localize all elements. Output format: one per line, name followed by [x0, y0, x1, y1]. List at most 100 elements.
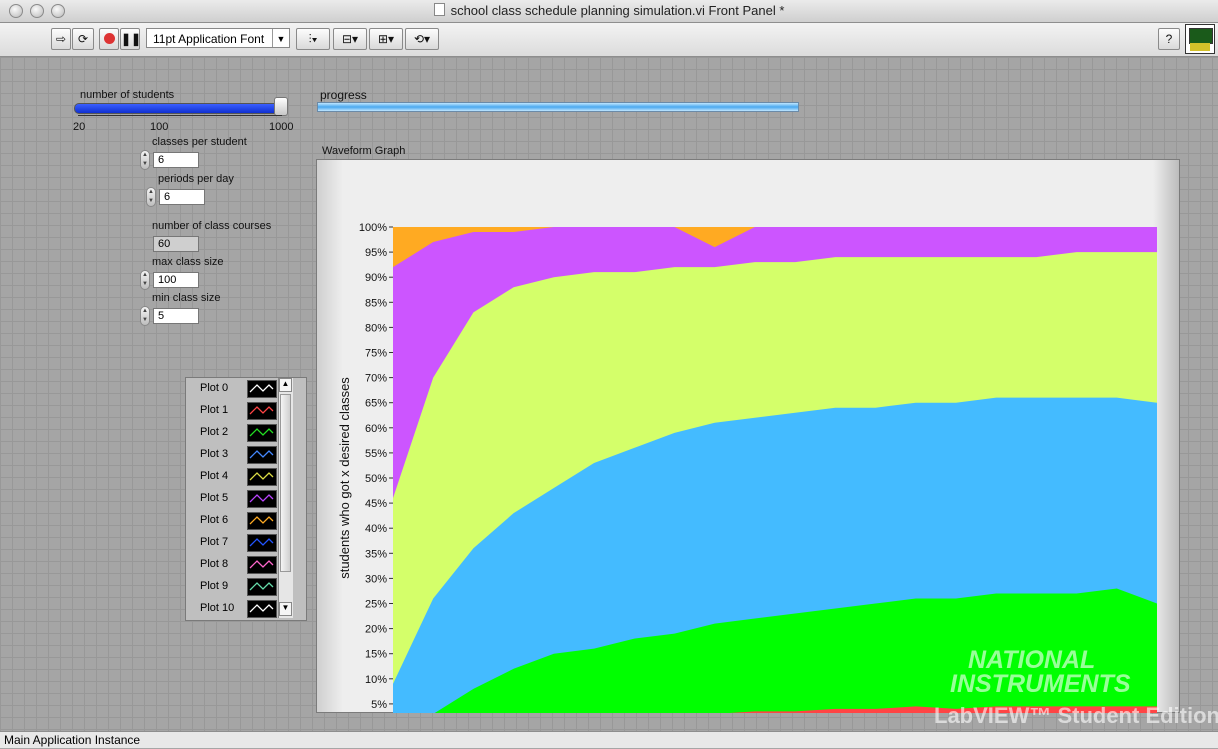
- legend-item-label: Plot 4: [200, 470, 229, 482]
- y-tick-label: 70%: [365, 373, 387, 385]
- classes-per-student-stepper[interactable]: ▲ ▼: [140, 150, 150, 170]
- y-tick-label: 80%: [365, 322, 387, 334]
- max-class-size-stepper[interactable]: ▲ ▼: [140, 270, 150, 290]
- legend-item-label: Plot 7: [200, 536, 229, 548]
- legend-item[interactable]: Plot 4: [186, 466, 278, 488]
- run-button[interactable]: ⇨: [51, 28, 71, 50]
- scroll-down-arrow[interactable]: ▼: [279, 602, 292, 616]
- document-icon: [433, 3, 445, 16]
- y-tick-label: 90%: [365, 272, 387, 284]
- y-tick-label: 25%: [365, 599, 387, 611]
- y-tick-label: 40%: [365, 523, 387, 535]
- y-tick-label: 35%: [365, 548, 387, 560]
- legend-item-label: Plot 9: [200, 580, 229, 592]
- legend-item-label: Plot 2: [200, 426, 229, 438]
- plot-swatch-icon: [247, 578, 277, 596]
- legend-item[interactable]: Plot 10: [186, 598, 278, 620]
- toolbar: ⇨ ⟳ ❚❚ 11pt Application Font ▼ ⫶▾ ⊟▾ ⊞▾ ⟲…: [0, 23, 1218, 57]
- distribute-icon: ⊟▾: [341, 32, 359, 46]
- legend-item-label: Plot 0: [200, 382, 229, 394]
- legend-item-label: Plot 3: [200, 448, 229, 460]
- window-title: school class schedule planning simulatio…: [0, 3, 1218, 18]
- align-icon: ⫶▾: [308, 32, 318, 46]
- watermark-line2: INSTRUMENTS: [950, 670, 1131, 698]
- resize-icon: ⊞▾: [377, 32, 395, 46]
- plot-swatch-icon: [247, 556, 277, 574]
- y-tick-label: 100%: [359, 222, 387, 234]
- vi-icon[interactable]: [1185, 24, 1215, 54]
- align-objects-button[interactable]: ⫶▾: [296, 28, 330, 50]
- periods-per-day-label: periods per day: [158, 173, 234, 185]
- classes-per-student-label: classes per student: [152, 136, 247, 148]
- reorder-icon: ⟲▾: [413, 32, 431, 46]
- resize-objects-button[interactable]: ⊞▾: [369, 28, 403, 50]
- periods-per-day-stepper[interactable]: ▲ ▼: [146, 187, 156, 207]
- reorder-button[interactable]: ⟲▾: [405, 28, 439, 50]
- help-button[interactable]: ?: [1158, 28, 1180, 50]
- legend-item-label: Plot 10: [200, 602, 235, 614]
- progress-label: progress: [320, 88, 367, 102]
- waveform-graph[interactable]: 0%5%10%15%20%25%30%35%40%45%50%55%60%65%…: [316, 159, 1180, 713]
- legend-scrollbar[interactable]: ▲ ▼: [278, 378, 293, 618]
- max-class-size-label: max class size: [152, 256, 224, 268]
- pause-icon: ❚❚: [121, 32, 142, 46]
- y-tick-label: 75%: [365, 348, 387, 360]
- status-bar: Main Application Instance: [0, 731, 1218, 748]
- scroll-up-arrow[interactable]: ▲: [279, 378, 292, 392]
- y-tick-label: 50%: [365, 473, 387, 485]
- graph-label: Waveform Graph: [322, 145, 406, 157]
- students-slider-thumb[interactable]: [274, 97, 288, 116]
- legend-item[interactable]: Plot 6: [186, 510, 278, 532]
- plot-legend[interactable]: ▲ ▼ Plot 0 Plot 1 Plot 2 Plot 3 Plot 4 Plot 5…: [185, 377, 307, 621]
- max-class-size-field[interactable]: 100: [153, 272, 199, 288]
- students-tick-max: 1000: [269, 121, 294, 133]
- legend-item[interactable]: Plot 7: [186, 532, 278, 554]
- stop-icon: [103, 33, 115, 44]
- plot-swatch-icon: [247, 512, 277, 530]
- students-slider-scale: [78, 115, 282, 122]
- font-selector[interactable]: 11pt Application Font ▼: [146, 28, 290, 48]
- legend-item[interactable]: Plot 8: [186, 554, 278, 576]
- legend-item[interactable]: Plot 3: [186, 444, 278, 466]
- students-slider-label: number of students: [80, 89, 175, 101]
- chevron-down-icon: ▼: [272, 29, 289, 47]
- watermark-line3: LabVIEW™ Student Edition: [934, 703, 1218, 728]
- legend-item-label: Plot 5: [200, 492, 229, 504]
- legend-item-label: Plot 6: [200, 514, 229, 526]
- legend-item-label: Plot 8: [200, 558, 229, 570]
- legend-item[interactable]: Plot 0: [186, 378, 278, 400]
- classes-per-student-field[interactable]: 6: [153, 152, 199, 168]
- class-courses-indicator: 60: [153, 236, 199, 252]
- legend-item-label: Plot 1: [200, 404, 229, 416]
- class-courses-label: number of class courses: [152, 220, 272, 232]
- y-tick-label: 55%: [365, 448, 387, 460]
- periods-per-day-field[interactable]: 6: [159, 189, 205, 205]
- abort-button[interactable]: [99, 28, 119, 50]
- y-tick-label: 45%: [365, 498, 387, 510]
- min-class-size-stepper[interactable]: ▲ ▼: [140, 306, 150, 326]
- min-class-size-label: min class size: [152, 292, 221, 304]
- legend-item[interactable]: Plot 9: [186, 576, 278, 598]
- legend-item[interactable]: Plot 1: [186, 400, 278, 422]
- plot-swatch-icon: [247, 490, 277, 508]
- y-tick-label: 85%: [365, 297, 387, 309]
- plot-swatch-icon: [247, 380, 277, 398]
- distribute-objects-button[interactable]: ⊟▾: [333, 28, 367, 50]
- y-tick-label: 5%: [371, 699, 387, 711]
- run-continuously-button[interactable]: ⟳: [72, 28, 94, 50]
- y-tick-label: 20%: [365, 624, 387, 636]
- legend-item[interactable]: Plot 2: [186, 422, 278, 444]
- students-slider-track[interactable]: [74, 103, 286, 114]
- plot-swatch-icon: [247, 600, 277, 618]
- plot-swatch-icon: [247, 534, 277, 552]
- y-axis-label: students who got x desired classes: [337, 377, 352, 579]
- scroll-thumb[interactable]: [280, 394, 291, 572]
- y-tick-label: 95%: [365, 247, 387, 259]
- pause-button[interactable]: ❚❚: [120, 28, 142, 50]
- min-class-size-field[interactable]: 5: [153, 308, 199, 324]
- students-tick-mid: 100: [150, 121, 169, 133]
- plot-swatch-icon: [247, 402, 277, 420]
- legend-item[interactable]: Plot 5: [186, 488, 278, 510]
- y-tick-label: 10%: [365, 674, 387, 686]
- y-tick-label: 15%: [365, 649, 387, 661]
